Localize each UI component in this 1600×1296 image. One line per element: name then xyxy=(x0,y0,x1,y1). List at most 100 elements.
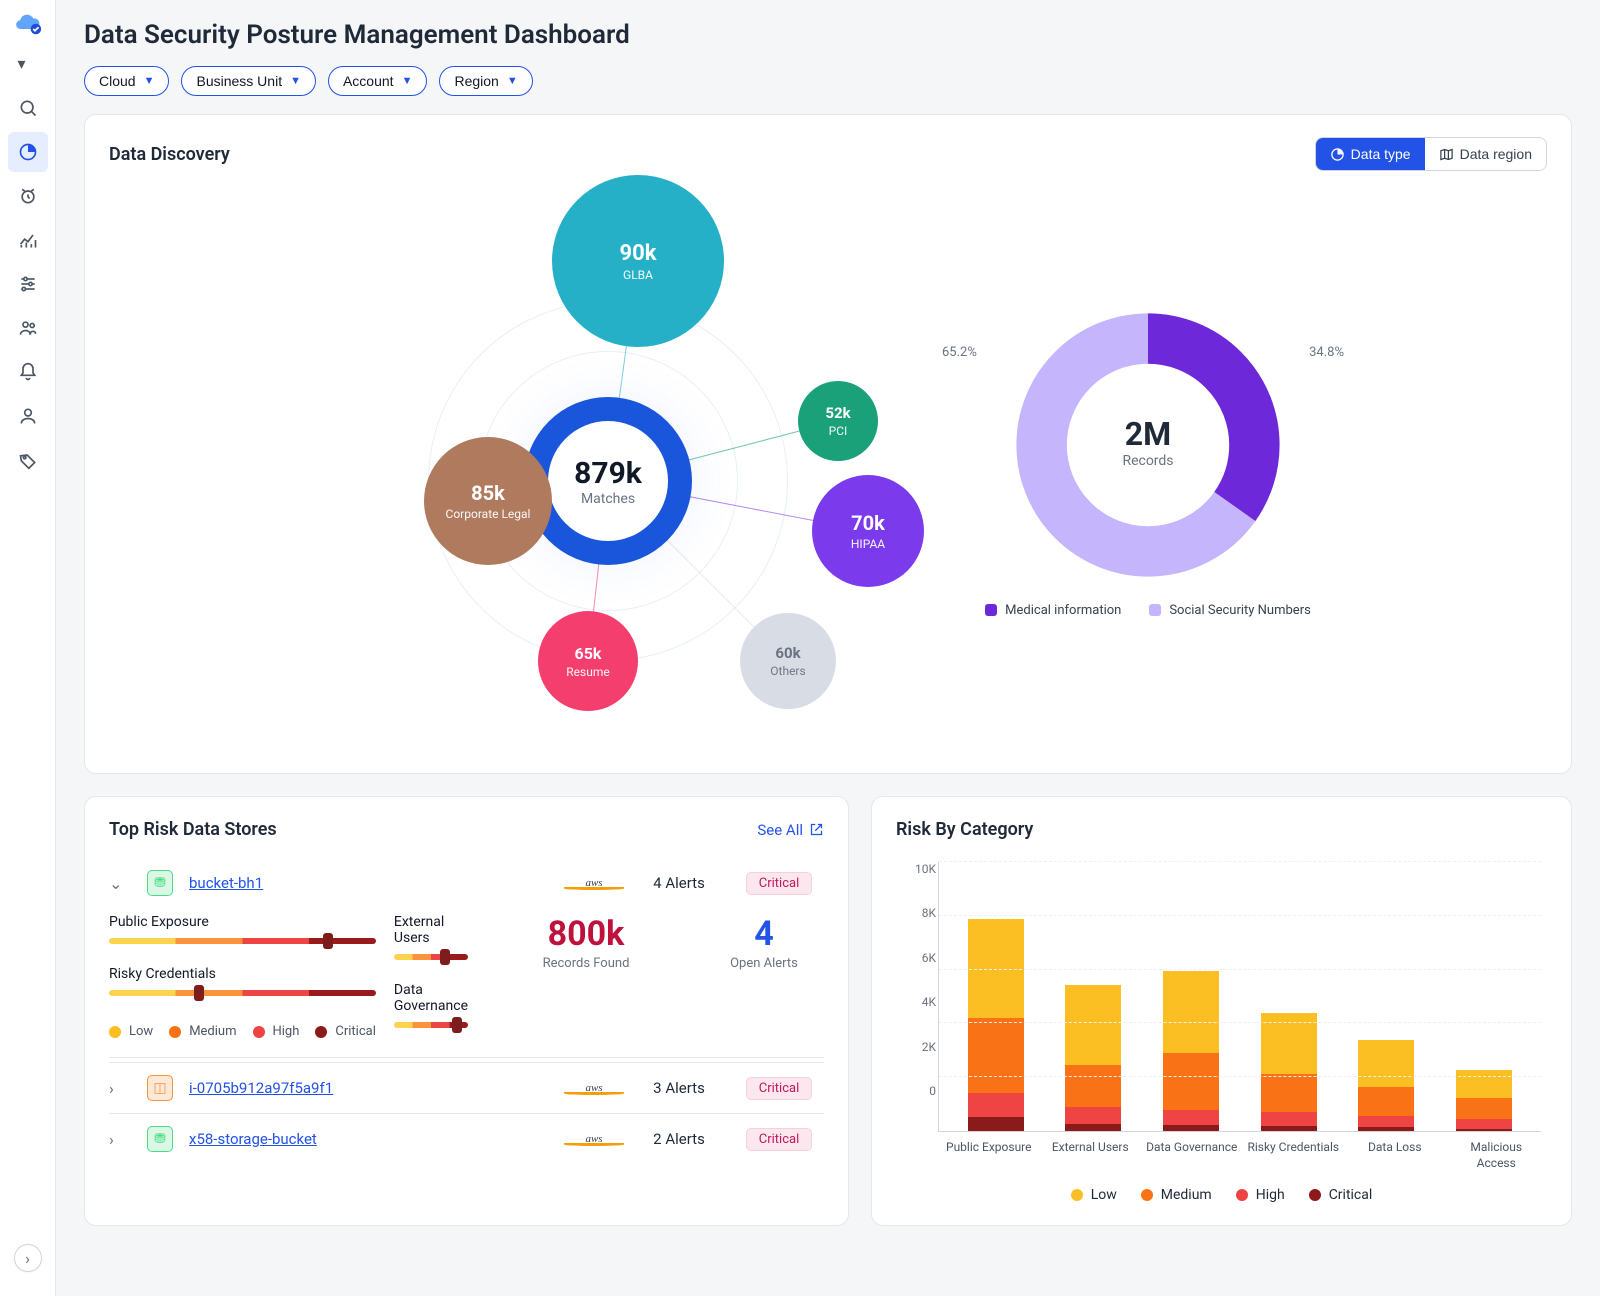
bubble-value: 52k xyxy=(825,404,850,422)
external-link-icon xyxy=(809,822,824,837)
bar-data governance[interactable] xyxy=(1163,971,1219,1131)
alert-count: 3 Alerts xyxy=(634,1079,724,1097)
bubble-label: Others xyxy=(770,664,805,678)
bar-segment-critical xyxy=(1358,1127,1414,1131)
bar-segment-high xyxy=(1456,1119,1512,1128)
gauge-external users: External Users xyxy=(394,914,468,960)
main-content: Data Security Posture Management Dashboa… xyxy=(56,0,1600,1296)
cloud-provider-icon: aws xyxy=(564,1082,624,1095)
y-tick: 8K xyxy=(896,906,936,920)
expand-toggle[interactable]: › xyxy=(109,1130,137,1149)
top-risk-title: Top Risk Data Stores xyxy=(109,819,277,840)
store-name-link[interactable]: i-0705b912a97f5a9f1 xyxy=(189,1079,554,1097)
bubble-pci[interactable]: 52kPCI xyxy=(798,381,878,461)
bar-segment-medium xyxy=(1358,1087,1414,1115)
bar-segment-medium xyxy=(968,1018,1024,1094)
bar-segment-high xyxy=(968,1093,1024,1117)
open-alerts-metric: 4Open Alerts xyxy=(704,914,824,971)
bar-malicious access[interactable] xyxy=(1456,1070,1512,1131)
bar-external users[interactable] xyxy=(1065,985,1121,1131)
discovery-view-toggle: Data type Data region xyxy=(1315,137,1547,171)
donut-pct-right: 34.8% xyxy=(1309,345,1344,360)
bar-data loss[interactable] xyxy=(1358,1040,1414,1131)
toggle-data-region[interactable]: Data region xyxy=(1425,138,1546,170)
donut-center-value: 2M xyxy=(1122,415,1173,453)
bubble-glba[interactable]: 90kGLBA xyxy=(552,175,724,347)
legend-medium: Medium xyxy=(1141,1187,1212,1203)
bar-segment-medium xyxy=(1163,1053,1219,1110)
cloud-provider-icon: aws xyxy=(564,877,624,890)
legend-ssn: Social Security Numbers xyxy=(1149,603,1310,618)
nav-users[interactable] xyxy=(8,308,48,348)
x-label: Data Governance xyxy=(1146,1140,1238,1171)
bubble-resume[interactable]: 65kResume xyxy=(538,611,638,711)
y-tick: 10K xyxy=(896,862,936,876)
sidebar-collapse-caret[interactable]: ▾ xyxy=(8,44,48,84)
bubble-hipaa[interactable]: 70kHIPAA xyxy=(812,475,924,587)
store-row: › ⛃ x58-storage-bucket aws 2 Alerts Crit… xyxy=(109,1113,824,1164)
bar-segment-low xyxy=(1456,1070,1512,1098)
nav-trends[interactable] xyxy=(8,220,48,260)
nav-settings-sliders[interactable] xyxy=(8,264,48,304)
gauge-data governance: Data Governance xyxy=(394,982,468,1028)
records-found-metric: 800kRecords Found xyxy=(486,914,686,971)
filter-cloud[interactable]: Cloud▼ xyxy=(84,66,169,96)
bar-risky credentials[interactable] xyxy=(1261,1013,1317,1131)
bar-segment-high xyxy=(1261,1112,1317,1126)
nav-alerts-clock[interactable] xyxy=(8,176,48,216)
severity-badge: Critical xyxy=(746,1077,812,1100)
matches-label: Matches xyxy=(581,491,635,507)
expand-toggle[interactable]: ⌄ xyxy=(109,874,137,893)
bar-segment-critical xyxy=(968,1117,1024,1131)
store-name-link[interactable]: bucket-bh1 xyxy=(189,874,554,892)
store-name-link[interactable]: x58-storage-bucket xyxy=(189,1130,554,1148)
bar-segment-medium xyxy=(1456,1098,1512,1119)
bubble-label: HIPAA xyxy=(851,537,885,551)
bar-segment-critical xyxy=(1261,1126,1317,1131)
severity-badge: Critical xyxy=(746,872,812,895)
alert-count: 4 Alerts xyxy=(634,874,724,892)
x-label: Public Exposure xyxy=(943,1140,1035,1171)
bars-area xyxy=(938,862,1541,1132)
x-label: External Users xyxy=(1044,1140,1136,1171)
gauge-risky credentials: Risky Credentials xyxy=(109,966,376,996)
donut-chart: 65.2% 34.8% 2M Records Medical informati… xyxy=(948,305,1348,618)
bar-segment-high xyxy=(1065,1107,1121,1124)
bubble-value: 90k xyxy=(620,241,657,266)
chevron-down-icon: ▼ xyxy=(144,75,155,87)
donut-pct-left: 65.2% xyxy=(942,345,977,360)
filter-region[interactable]: Region▼ xyxy=(439,66,532,96)
bubble-others[interactable]: 60kOthers xyxy=(740,613,836,709)
filter-account[interactable]: Account▼ xyxy=(328,66,427,96)
x-label: Data Loss xyxy=(1349,1140,1441,1171)
gauge-public exposure: Public Exposure xyxy=(109,914,376,944)
bar-public exposure[interactable] xyxy=(968,919,1024,1131)
toggle-data-type[interactable]: Data type xyxy=(1316,138,1425,170)
nav-tag[interactable] xyxy=(8,440,48,480)
nav-notifications[interactable] xyxy=(8,352,48,392)
see-all-link[interactable]: See All xyxy=(757,821,824,839)
bubble-value: 65k xyxy=(575,644,602,663)
bar-segment-critical xyxy=(1065,1124,1121,1131)
pie-icon xyxy=(1330,147,1345,162)
y-tick: 4K xyxy=(896,995,936,1009)
sidebar: ▾ › xyxy=(0,0,56,1296)
matches-value: 879k xyxy=(574,456,642,491)
datastore-icon: ⛃ xyxy=(147,1126,173,1152)
bar-segment-high xyxy=(1163,1110,1219,1125)
filter-business-unit[interactable]: Business Unit▼ xyxy=(181,66,315,96)
datastore-icon: ⛃ xyxy=(147,870,173,896)
nav-dashboard[interactable] xyxy=(8,132,48,172)
x-label: Risky Credentials xyxy=(1247,1140,1339,1171)
nav-profile[interactable] xyxy=(8,396,48,436)
page-title: Data Security Posture Management Dashboa… xyxy=(84,20,1572,50)
nav-search[interactable] xyxy=(8,88,48,128)
chevron-down-icon: ▼ xyxy=(290,75,301,87)
x-label: Malicious Access xyxy=(1450,1140,1542,1171)
store-row: ⌄ ⛃ bucket-bh1 aws 4 Alerts Critical xyxy=(109,858,824,908)
chevron-down-icon: ▼ xyxy=(402,75,413,87)
expand-toggle[interactable]: › xyxy=(109,1079,137,1098)
datastore-icon: ◫ xyxy=(147,1075,173,1101)
sidebar-expand-button[interactable]: › xyxy=(14,1244,42,1272)
bubble-corp[interactable]: 85kCorporate Legal xyxy=(424,437,552,565)
